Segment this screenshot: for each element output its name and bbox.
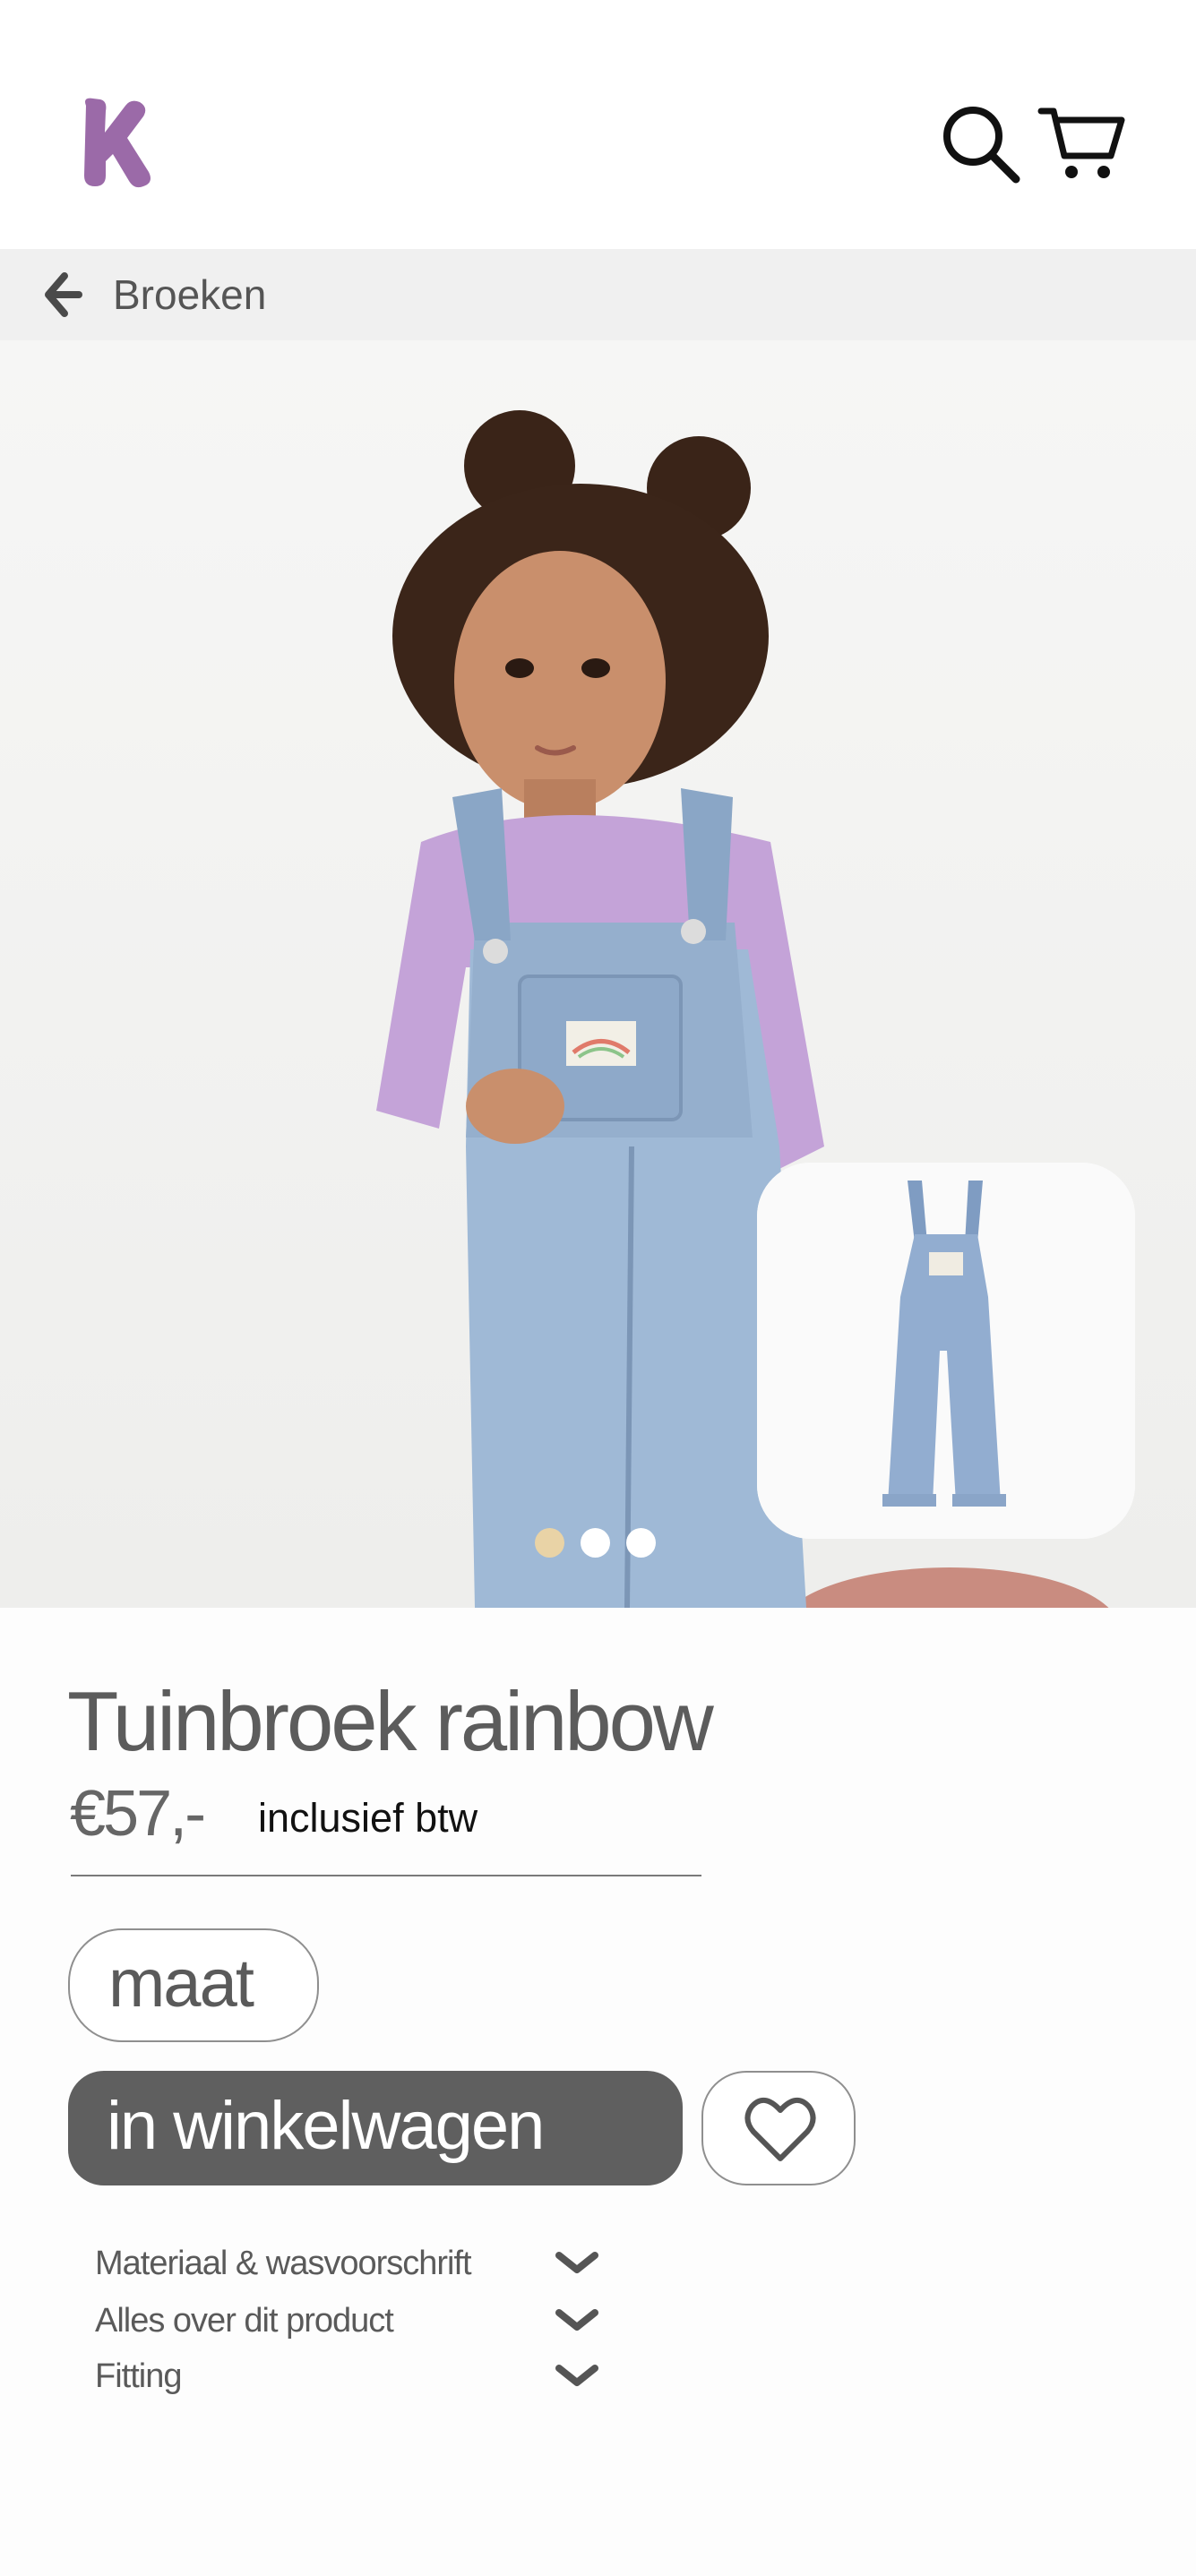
accordion-label: Alles over dit product xyxy=(95,2302,394,2340)
arrow-left-icon[interactable] xyxy=(43,272,84,317)
accordion-label: Fitting xyxy=(95,2357,182,2395)
vat-note: inclusief btw xyxy=(258,1795,478,1841)
gallery-dot-3[interactable] xyxy=(626,1528,656,1558)
cart-icon[interactable] xyxy=(1037,104,1127,185)
chevron-down-icon xyxy=(555,2252,598,2273)
chevron-down-icon xyxy=(555,2309,598,2331)
chevron-down-icon xyxy=(555,2365,598,2386)
product-title: Tuinbroek rainbow xyxy=(67,1674,714,1768)
favorite-button[interactable] xyxy=(701,2071,856,2185)
breadcrumb-label[interactable]: Broeken xyxy=(113,249,266,340)
accordion-product-info[interactable]: Alles over dit product xyxy=(95,2298,615,2343)
accordion-fitting[interactable]: Fitting xyxy=(95,2354,615,2399)
product-thumbnail[interactable] xyxy=(757,1163,1135,1539)
product-gallery[interactable] xyxy=(0,340,1196,1608)
gallery-dot-2[interactable] xyxy=(581,1528,610,1558)
add-to-cart-button[interactable]: in winkelwagen xyxy=(68,2071,683,2185)
accordion-material[interactable]: Materiaal & wasvoorschrift xyxy=(95,2241,615,2286)
search-icon[interactable] xyxy=(941,104,1021,185)
divider xyxy=(71,1875,701,1876)
gallery-pagination xyxy=(535,1528,656,1558)
accordion-label: Materiaal & wasvoorschrift xyxy=(95,2245,472,2282)
k-logo-icon[interactable] xyxy=(73,97,154,190)
product-price: €57,- xyxy=(70,1778,206,1850)
gallery-dot-1[interactable] xyxy=(535,1528,564,1558)
denim-overalls-product-photo xyxy=(757,1163,1135,1539)
breadcrumb: Broeken xyxy=(0,249,1196,340)
size-select-button[interactable]: maat xyxy=(68,1928,319,2042)
app-header xyxy=(0,0,1196,249)
heart-icon xyxy=(744,2098,816,2161)
